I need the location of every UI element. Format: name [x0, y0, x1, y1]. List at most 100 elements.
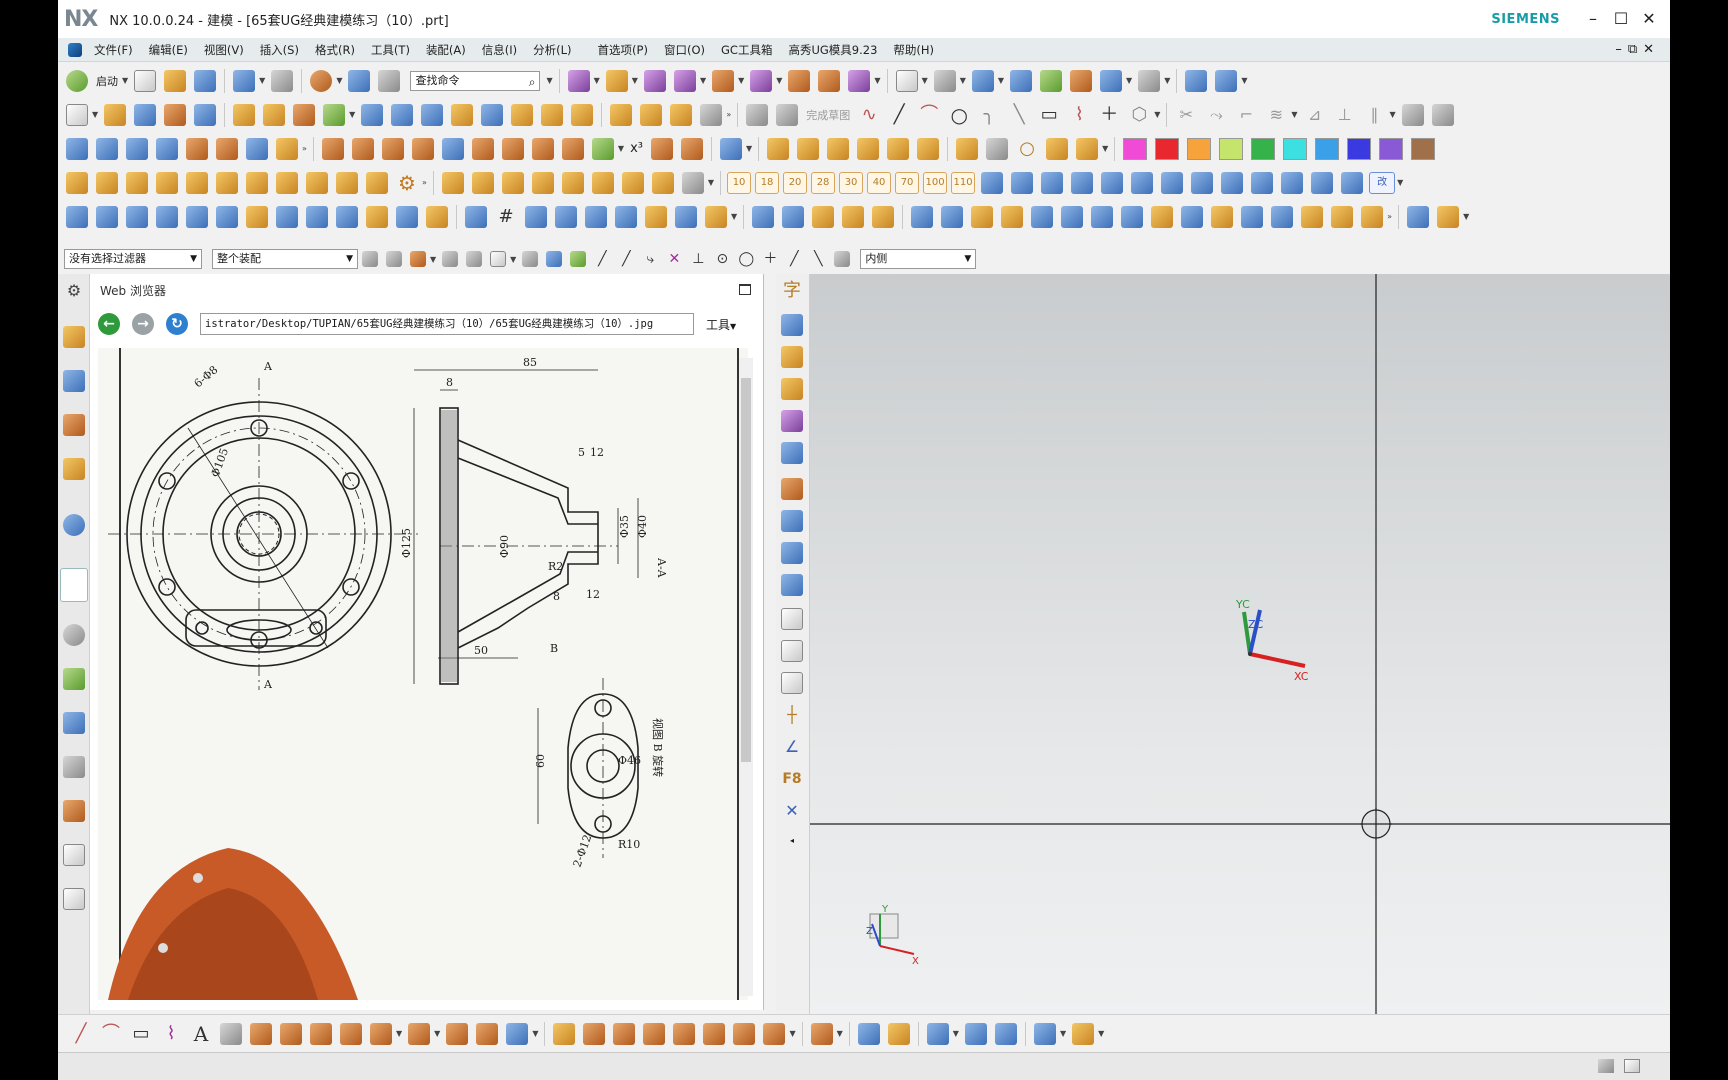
dowel-icon[interactable] — [1211, 205, 1234, 228]
beam-icon[interactable] — [1011, 171, 1034, 194]
cone-icon[interactable] — [421, 103, 444, 126]
table-icon[interactable] — [1407, 205, 1430, 228]
wave-icon[interactable] — [818, 69, 841, 92]
pulse-icon[interactable] — [1341, 171, 1364, 194]
thin-pin-icon[interactable] — [1241, 205, 1264, 228]
layer-settings-icon[interactable] — [1070, 69, 1093, 92]
tee-joint-icon[interactable] — [525, 205, 547, 228]
layer-18-button[interactable]: 18 — [755, 171, 780, 194]
polygon-icon[interactable]: ⬡ — [1128, 104, 1150, 126]
l-bracket-icon[interactable] — [366, 205, 388, 228]
overflow-icon[interactable]: » — [726, 110, 731, 119]
layout-icon[interactable] — [651, 171, 674, 194]
assembly-navigator-icon[interactable] — [63, 326, 85, 348]
select-features-icon[interactable] — [442, 251, 459, 267]
minimize-button[interactable]: – — [1582, 8, 1604, 30]
search-dropdown-icon[interactable]: ▼ — [546, 76, 552, 85]
selection-scope-select[interactable]: 整个装配 ▼ — [212, 249, 358, 269]
pin-icon[interactable] — [216, 205, 238, 228]
step-icon[interactable] — [1251, 171, 1274, 194]
bottom-chamfer-icon[interactable] — [703, 1022, 726, 1045]
maximize-button[interactable]: ☐ — [1610, 8, 1632, 30]
stacked-plates-icon[interactable] — [971, 205, 994, 228]
bottom-transform-icon[interactable] — [887, 1022, 910, 1045]
bottom-ruler-icon[interactable] — [1072, 1022, 1095, 1045]
role-icon[interactable] — [63, 800, 85, 822]
touch-mode-icon[interactable] — [348, 69, 371, 92]
dropdown-icon[interactable]: ▼ — [1291, 110, 1297, 119]
repeat-command-icon[interactable] — [310, 69, 333, 92]
cylinder-icon[interactable] — [391, 103, 414, 126]
layer-40-button[interactable]: 40 — [867, 171, 892, 194]
existing-point-icon[interactable]: ＋ — [762, 251, 778, 267]
stack-icon[interactable] — [615, 205, 637, 228]
close-button[interactable]: ✕ — [1638, 8, 1660, 30]
parallelogram-icon[interactable] — [306, 171, 328, 194]
datum-axis-icon[interactable] — [797, 137, 820, 160]
flag-icon[interactable] — [276, 171, 298, 194]
expression-icon[interactable] — [591, 137, 614, 160]
dropdown-icon[interactable]: ▼ — [632, 76, 638, 85]
camera-icon[interactable] — [591, 171, 614, 194]
color-swatch-orange[interactable] — [1187, 137, 1212, 160]
menu-view[interactable]: 视图(V) — [196, 42, 252, 58]
dropdown-icon[interactable]: ▼ — [874, 76, 880, 85]
calculator-icon[interactable] — [956, 137, 979, 160]
bottom-invert-icon[interactable] — [994, 1022, 1017, 1045]
face-rule-icon[interactable] — [834, 251, 851, 267]
status-fullscreen-icon[interactable] — [1624, 1059, 1640, 1073]
offset-region-icon[interactable] — [351, 137, 374, 160]
bottom-pattern-icon[interactable] — [280, 1022, 302, 1045]
emboss-icon[interactable] — [126, 171, 148, 194]
bracket-icon[interactable] — [216, 171, 238, 194]
stair-icon[interactable] — [1161, 171, 1184, 194]
color-swatch-sky[interactable] — [1315, 137, 1340, 160]
overflow-icon[interactable]: » — [302, 144, 307, 153]
i-beam-icon[interactable] — [645, 205, 667, 228]
box-edge-icon[interactable] — [781, 672, 803, 694]
clearance-icon[interactable] — [788, 69, 811, 92]
hole-icon[interactable] — [164, 103, 187, 126]
stairs-icon[interactable] — [585, 205, 607, 228]
spreadsheet-icon[interactable] — [650, 137, 673, 160]
undo-dropdown-icon[interactable]: ▼ — [259, 76, 265, 85]
move-to-layer-icon[interactable] — [1100, 69, 1123, 92]
wedge-icon[interactable] — [396, 205, 418, 228]
layer-20-button[interactable]: 20 — [783, 171, 808, 194]
dropdown-icon[interactable]: ▼ — [349, 110, 355, 119]
menu-tools[interactable]: 工具(T) — [363, 42, 418, 58]
point-icon[interactable]: ＋ — [1098, 104, 1120, 126]
menu-mold-plugin[interactable]: 高秀UG模具9.23 — [780, 42, 885, 58]
f8-snap-button[interactable]: F8 — [781, 768, 803, 790]
web-browser-tab-icon[interactable] — [60, 568, 88, 602]
sphere-icon[interactable] — [451, 103, 474, 126]
wcs-origin-icon[interactable] — [781, 314, 803, 336]
dropdown-icon[interactable]: ▼ — [776, 76, 782, 85]
url-input[interactable]: istrator/Desktop/TUPIAN/65套UG经典建模练习（10）/… — [200, 313, 694, 335]
dropdown-icon[interactable]: ▼ — [700, 76, 706, 85]
part-select-icon[interactable] — [522, 251, 539, 267]
bottom-length-icon[interactable] — [643, 1022, 666, 1045]
repeat-dropdown-icon[interactable]: ▼ — [336, 76, 342, 85]
dropdown-icon[interactable]: ▼ — [1164, 76, 1170, 85]
arch-icon[interactable] — [156, 205, 178, 228]
command-search-input[interactable]: 查找命令 ⌕ — [410, 70, 541, 91]
rib-icon[interactable] — [511, 103, 534, 126]
overflow-icon[interactable]: » — [422, 178, 427, 187]
color-swatch-blue[interactable] — [1347, 137, 1372, 160]
layer-30-button[interactable]: 30 — [839, 171, 864, 194]
start-icon[interactable] — [66, 69, 88, 92]
dropdown-icon[interactable]: ▼ — [510, 255, 516, 264]
manufacturing-wizard-icon[interactable] — [63, 756, 85, 778]
angle-icon[interactable] — [1071, 171, 1094, 194]
finish-sketch-icon[interactable] — [776, 103, 799, 126]
dropdown-icon[interactable]: ▼ — [708, 178, 714, 187]
extract-geometry-icon[interactable] — [857, 137, 880, 160]
hat-icon[interactable] — [1191, 171, 1214, 194]
split-body-icon[interactable] — [531, 137, 554, 160]
bottom-blank-icon[interactable] — [926, 1022, 949, 1045]
tee-icon[interactable] — [1101, 171, 1124, 194]
datum-plane-icon[interactable] — [767, 137, 790, 160]
dropdown-icon[interactable]: ▼ — [1126, 76, 1132, 85]
layer-10-button[interactable]: 10 — [727, 171, 752, 194]
